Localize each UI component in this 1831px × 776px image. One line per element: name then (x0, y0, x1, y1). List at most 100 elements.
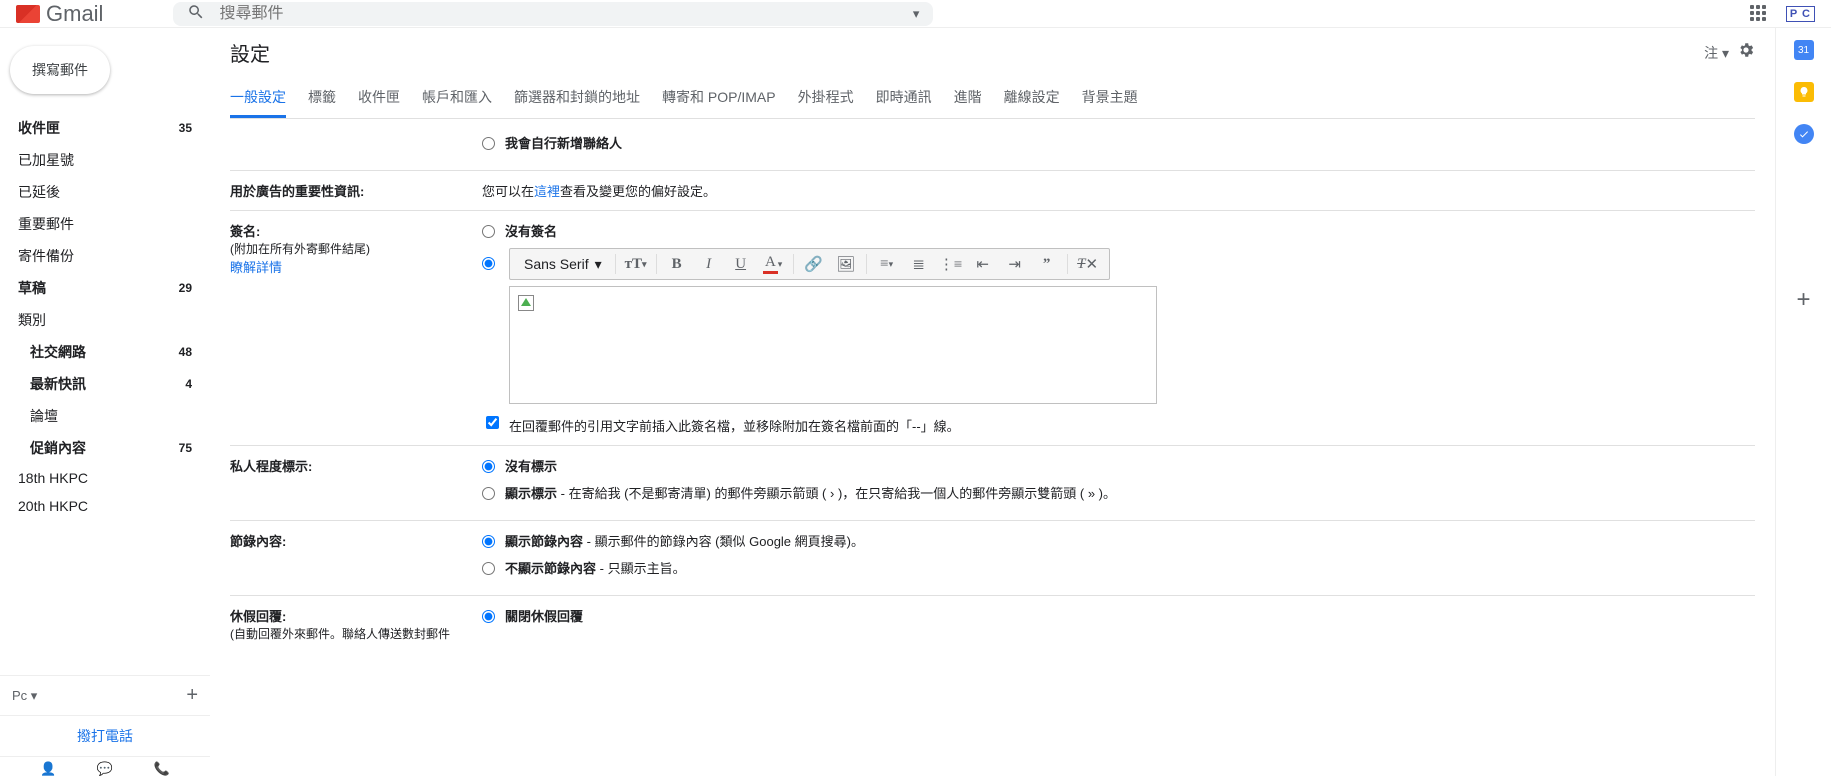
vacation-off-label: 關閉休假回覆 (505, 606, 583, 625)
get-addons-icon[interactable]: + (1796, 286, 1810, 314)
vacation-sub: (自動回覆外來郵件。聯絡人傳送數封郵件 (230, 625, 482, 642)
nav-snoozed[interactable]: 已延後 (0, 176, 210, 208)
snippets-hide-radio[interactable] (482, 562, 495, 575)
remove-formatting-icon[interactable]: T✕ (1073, 250, 1103, 278)
sidebar-bottom-icons: 👤 💬 📞 (0, 756, 210, 776)
nav-inbox[interactable]: 收件匣 35 (0, 112, 210, 144)
gmail-logo[interactable]: Gmail (16, 1, 103, 27)
tab-general[interactable]: 一般設定 (230, 79, 286, 118)
contacts-manual-radio[interactable] (482, 137, 495, 150)
calendar-addon-icon[interactable]: 31 (1794, 40, 1814, 60)
snippets-show-label: 顯示節錄內容 - 顯示郵件的節錄內容 (類似 Google 網頁搜尋)。 (505, 531, 864, 550)
ads-pref-link[interactable]: 這裡 (534, 184, 560, 199)
font-size-icon[interactable]: тT ▾ (621, 250, 651, 278)
signature-sub: (附加在所有外寄郵件結尾) (230, 240, 482, 257)
settings-panel: 設定 注 ▾ 一般設定 標籤 收件匣 帳戶和匯入 篩選器和封鎖的地址 轉寄和 P… (210, 28, 1775, 776)
main-area: 設定 注 ▾ 一般設定 標籤 收件匣 帳戶和匯入 篩選器和封鎖的地址 轉寄和 P… (210, 28, 1831, 776)
insert-image-icon[interactable]: 🖼 (831, 250, 861, 278)
keep-addon-icon[interactable] (1794, 82, 1814, 102)
indent-more-icon[interactable]: ⇥ (1000, 250, 1030, 278)
signature-none-radio[interactable] (482, 225, 495, 238)
font-family-select[interactable]: Sans Serif ▾ (516, 256, 610, 273)
signature-label: 簽名: (230, 221, 482, 240)
search-icon[interactable] (187, 3, 205, 24)
snippets-show-radio[interactable] (482, 535, 495, 548)
tab-advanced[interactable]: 進階 (954, 79, 982, 118)
signature-editor[interactable] (509, 286, 1157, 404)
contacts-manual-label: 我會自行新增聯絡人 (505, 133, 622, 152)
settings-title: 設定 (230, 38, 270, 67)
hangouts-new-icon[interactable]: + (186, 684, 198, 707)
compose-button[interactable]: 撰寫郵件 (10, 46, 110, 94)
gmail-logo-text: Gmail (46, 1, 103, 27)
tasks-addon-icon[interactable] (1794, 124, 1814, 144)
indicators-show-radio[interactable] (482, 487, 495, 500)
tab-filters[interactable]: 篩選器和封鎖的地址 (514, 79, 640, 118)
gmail-logo-icon (16, 5, 40, 23)
signature-insert-checkbox[interactable] (486, 416, 499, 429)
density-dropdown[interactable]: 注 ▾ (1704, 43, 1729, 63)
left-sidebar: 撰寫郵件 收件匣 35 已加星號 已延後 重要郵件 寄件備份 草稿 29 類別 … (0, 28, 210, 776)
google-apps-icon[interactable] (1750, 5, 1768, 23)
nav-categories[interactable]: 類別 (0, 304, 210, 336)
hangouts-contacts-icon[interactable]: 👤 (40, 761, 56, 772)
nav-starred[interactable]: 已加星號 (0, 144, 210, 176)
tab-addons[interactable]: 外掛程式 (798, 79, 854, 118)
search-options-caret-icon[interactable]: ▾ (913, 6, 920, 22)
tab-inbox[interactable]: 收件匣 (358, 79, 400, 118)
ads-pref-label: 用於廣告的重要性資訊: (230, 181, 482, 200)
snippets-hide-label: 不顯示節錄內容 - 只顯示主旨。 (505, 558, 686, 577)
bold-icon[interactable]: B (662, 250, 692, 278)
tab-accounts[interactable]: 帳戶和匯入 (422, 79, 492, 118)
signature-none-label: 沒有簽名 (505, 221, 557, 240)
text-color-icon[interactable]: A ▾ (758, 250, 788, 278)
dial-phone-link[interactable]: 撥打電話 (0, 715, 210, 756)
search-bar[interactable]: ▾ (173, 2, 933, 26)
tab-labels[interactable]: 標籤 (308, 79, 336, 118)
tab-forwarding[interactable]: 轉寄和 POP/IMAP (662, 79, 776, 118)
italic-icon[interactable]: I (694, 250, 724, 278)
hangouts-bar: Pc ▾ + (0, 675, 210, 715)
nav-drafts[interactable]: 草稿 29 (0, 272, 210, 304)
nav-label-18th[interactable]: 18th HKPC (0, 464, 210, 492)
right-side-panel: 31 + (1775, 28, 1831, 776)
nav-cat-promotions[interactable]: 促銷內容 75 (0, 432, 210, 464)
bulleted-list-icon[interactable]: ⋮≡ (936, 250, 966, 278)
indicators-none-label: 沒有標示 (505, 456, 557, 475)
tab-themes[interactable]: 背景主題 (1082, 79, 1138, 118)
account-badge[interactable]: P C (1786, 6, 1815, 22)
underline-icon[interactable]: U (726, 250, 756, 278)
nav-cat-social[interactable]: 社交網路 48 (0, 336, 210, 368)
indicators-none-radio[interactable] (482, 460, 495, 473)
indicators-label: 私人程度標示: (230, 456, 482, 510)
align-icon[interactable]: ≡ ▾ (872, 250, 902, 278)
signature-toolbar: Sans Serif ▾ тT ▾ B I U A ▾ (509, 248, 1110, 280)
quote-icon[interactable]: ” (1032, 250, 1062, 278)
tab-chat[interactable]: 即時通訊 (876, 79, 932, 118)
signature-custom-radio[interactable] (482, 257, 495, 270)
hangouts-chat-icon[interactable]: 💬 (97, 761, 113, 772)
indicators-show-label: 顯示標示 - 在寄給我 (不是郵寄清單) 的郵件旁顯示箭頭 ( › )，在只寄給… (505, 483, 1116, 502)
hangouts-phone-icon[interactable]: 📞 (154, 761, 170, 772)
folder-nav: 收件匣 35 已加星號 已延後 重要郵件 寄件備份 草稿 29 類別 社交網路 … (0, 112, 210, 675)
nav-cat-updates[interactable]: 最新快訊 4 (0, 368, 210, 400)
signature-image-placeholder-icon (518, 295, 534, 311)
hangouts-user[interactable]: Pc ▾ (12, 688, 37, 704)
search-input[interactable] (219, 5, 912, 23)
numbered-list-icon[interactable]: ≣ (904, 250, 934, 278)
app-header: Gmail ▾ P C (0, 0, 1831, 28)
signature-learn-more-link[interactable]: 瞭解詳情 (230, 260, 282, 275)
nav-cat-forums[interactable]: 論壇 (0, 400, 210, 432)
settings-gear-icon[interactable] (1737, 41, 1755, 65)
indent-less-icon[interactable]: ⇤ (968, 250, 998, 278)
link-icon[interactable]: 🔗 (799, 250, 829, 278)
nav-label-20th[interactable]: 20th HKPC (0, 492, 210, 520)
tab-offline[interactable]: 離線設定 (1004, 79, 1060, 118)
ads-pref-content: 您可以在這裡查看及變更您的偏好設定。 (482, 181, 1755, 200)
vacation-off-radio[interactable] (482, 610, 495, 623)
signature-insert-label: 在回覆郵件的引用文字前插入此簽名檔，並移除附加在簽名檔前面的「--」線。 (509, 416, 960, 435)
nav-important[interactable]: 重要郵件 (0, 208, 210, 240)
vacation-label: 休假回覆: (230, 606, 482, 625)
nav-sent[interactable]: 寄件備份 (0, 240, 210, 272)
settings-tabs: 一般設定 標籤 收件匣 帳戶和匯入 篩選器和封鎖的地址 轉寄和 POP/IMAP… (230, 79, 1755, 119)
